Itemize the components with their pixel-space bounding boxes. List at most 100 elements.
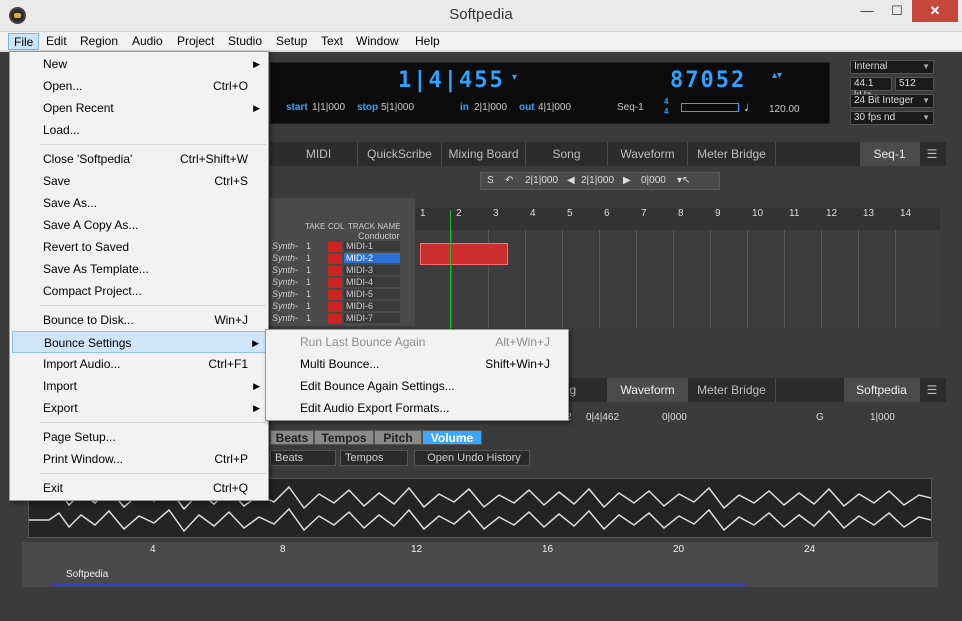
toolbar-position-2[interactable]: 0|4|462 — [586, 412, 619, 423]
track-row[interactable]: Synth- 1 MIDI-7 — [270, 313, 405, 325]
menu-item-save-as-template[interactable]: Save As Template... — [12, 258, 266, 280]
menu-item-bounce-settings[interactable]: Bounce Settings ▶ — [12, 331, 266, 353]
track-color[interactable] — [328, 278, 342, 288]
arrow-left-icon[interactable]: ◀ — [567, 175, 575, 186]
menu-edit[interactable]: Edit — [41, 33, 72, 50]
updown-icon[interactable]: ▴▾ — [772, 70, 782, 81]
tab-clip-selector[interactable]: Softpedia — [844, 378, 920, 402]
close-button[interactable]: ✕ — [912, 0, 958, 22]
toolbar-position-2[interactable]: 2|1|000 — [581, 175, 614, 186]
menu-item-open-recent[interactable]: Open Recent ▶ — [12, 97, 266, 119]
menu-item-save-as[interactable]: Save As... — [12, 192, 266, 214]
track-color[interactable] — [328, 302, 342, 312]
track-row[interactable]: Synth- 1 MIDI-2 — [270, 253, 405, 265]
menu-file[interactable]: File — [8, 33, 40, 50]
toolbar-position-4[interactable]: 1|000 — [870, 412, 895, 423]
tab-waveform-lower[interactable]: Waveform — [608, 378, 688, 402]
menu-help[interactable]: Help — [410, 33, 445, 50]
menu-region[interactable]: Region — [75, 33, 123, 50]
return-icon[interactable]: ↶ — [505, 175, 513, 186]
tab-waveform[interactable]: Waveform — [608, 142, 688, 166]
menu-project[interactable]: Project — [172, 33, 219, 50]
toolbar-position-1[interactable]: 2|1|000 — [525, 175, 558, 186]
counter-position[interactable]: 1|4|455 — [398, 68, 505, 93]
menu-window[interactable]: Window — [351, 33, 404, 50]
clip-name[interactable]: Softpedia — [66, 569, 108, 580]
menu-item-exit[interactable]: Exit Ctrl+Q — [12, 477, 266, 499]
track-color[interactable] — [328, 254, 342, 264]
menu-item-import[interactable]: Import ▶ — [12, 375, 266, 397]
subtab-tempos[interactable]: Tempos — [314, 430, 374, 445]
tempo-value[interactable]: 120.00 — [769, 104, 800, 115]
menu-item-save[interactable]: Save Ctrl+S — [12, 170, 266, 192]
bit-depth-select[interactable]: 24 Bit Integer ▼ — [850, 94, 934, 108]
sample-rate-select[interactable]: 44.1 kHz — [850, 77, 892, 101]
tempo-slider[interactable] — [681, 103, 739, 112]
tab-quickscribe[interactable]: QuickScribe — [358, 142, 442, 166]
track-name[interactable]: MIDI-5 — [344, 289, 400, 299]
subtab-volume[interactable]: Volume — [422, 430, 482, 445]
subtab-pitch[interactable]: Pitch — [374, 430, 422, 445]
tab-mixing-board[interactable]: Mixing Board — [442, 142, 526, 166]
track-row[interactable]: Synth- 1 MIDI-5 — [270, 289, 405, 301]
chevron-down-icon[interactable]: ▾ — [512, 72, 517, 83]
menu-item-save-copy-as[interactable]: Save A Copy As... — [12, 214, 266, 236]
menu-item-edit-bounce-again[interactable]: Edit Bounce Again Settings... — [268, 375, 568, 397]
track-row[interactable]: Synth- 1 MIDI-3 — [270, 265, 405, 277]
maximize-button[interactable]: ☐ — [882, 0, 912, 22]
menu-item-open[interactable]: Open... Ctrl+O — [12, 75, 266, 97]
track-color[interactable] — [328, 242, 342, 252]
out-value[interactable]: 4|1|000 — [538, 102, 571, 113]
sync-select[interactable]: Internal ▼ — [850, 60, 934, 74]
menu-item-load[interactable]: Load... — [12, 119, 266, 141]
track-color[interactable] — [328, 266, 342, 276]
open-undo-history-button[interactable]: Open Undo History — [414, 450, 530, 466]
midi-region[interactable] — [420, 243, 508, 265]
menu-item-bounce-to-disk[interactable]: Bounce to Disk... Win+J — [12, 309, 266, 331]
menu-item-compact-project[interactable]: Compact Project... — [12, 280, 266, 302]
cursor-icon[interactable]: ▾↖ — [677, 175, 690, 186]
tab-midi[interactable]: MIDI — [280, 142, 358, 166]
tab-meter-bridge[interactable]: Meter Bridge — [688, 142, 776, 166]
buffer-select[interactable]: 512 — [895, 77, 934, 91]
menu-studio[interactable]: Studio — [223, 33, 267, 50]
tempos-select[interactable]: Tempos — [340, 450, 408, 466]
menu-setup[interactable]: Setup — [271, 33, 312, 50]
menu-item-print-window[interactable]: Print Window... Ctrl+P — [12, 448, 266, 470]
meter-top[interactable]: 4 — [664, 98, 668, 106]
tab-song[interactable]: Song — [526, 142, 608, 166]
meter-bottom[interactable]: 4 — [664, 108, 668, 116]
stop-value[interactable]: 5|1|000 — [381, 102, 414, 113]
start-value[interactable]: 1|1|000 — [312, 102, 345, 113]
menu-item-edit-audio-export[interactable]: Edit Audio Export Formats... — [268, 397, 568, 419]
counter-samples[interactable]: 87052 — [670, 68, 746, 93]
menu-icon[interactable]: ☰ — [920, 142, 944, 166]
track-name[interactable]: MIDI-1 — [344, 241, 400, 251]
menu-item-revert[interactable]: Revert to Saved — [12, 236, 266, 258]
grid-button[interactable]: G — [816, 412, 824, 423]
menu-item-close[interactable]: Close 'Softpedia' Ctrl+Shift+W — [12, 148, 266, 170]
menu-audio[interactable]: Audio — [127, 33, 168, 50]
tab-seq-selector[interactable]: Seq-1 — [860, 142, 920, 166]
overview-timeline[interactable]: 4 8 12 16 20 24 — [22, 542, 938, 587]
toolbar-position-3[interactable]: 0|000 — [641, 175, 666, 186]
track-color[interactable] — [328, 314, 342, 324]
tab-meter-bridge-lower[interactable]: Meter Bridge — [688, 378, 776, 402]
menu-item-page-setup[interactable]: Page Setup... — [12, 426, 266, 448]
track-name[interactable]: MIDI-7 — [344, 313, 400, 323]
track-row[interactable]: Synth- 1 MIDI-4 — [270, 277, 405, 289]
toolbar-position-3[interactable]: 0|000 — [662, 412, 687, 423]
arrow-right-icon[interactable]: ▶ — [623, 175, 631, 186]
menu-icon[interactable]: ☰ — [920, 378, 944, 402]
track-name[interactable]: MIDI-4 — [344, 277, 400, 287]
conductor-track[interactable]: Conductor — [358, 231, 400, 241]
track-color[interactable] — [328, 290, 342, 300]
track-row[interactable]: Synth- 1 MIDI-6 — [270, 301, 405, 313]
track-row[interactable]: Synth- 1 MIDI-1 — [270, 241, 405, 253]
menu-item-export[interactable]: Export ▶ — [12, 397, 266, 419]
sequence-selector[interactable]: Seq-1 — [617, 102, 644, 113]
track-name[interactable]: MIDI-3 — [344, 265, 400, 275]
menu-item-import-audio[interactable]: Import Audio... Ctrl+F1 — [12, 353, 266, 375]
subtab-beats[interactable]: Beats — [270, 430, 314, 445]
menu-text[interactable]: Text — [316, 33, 348, 50]
